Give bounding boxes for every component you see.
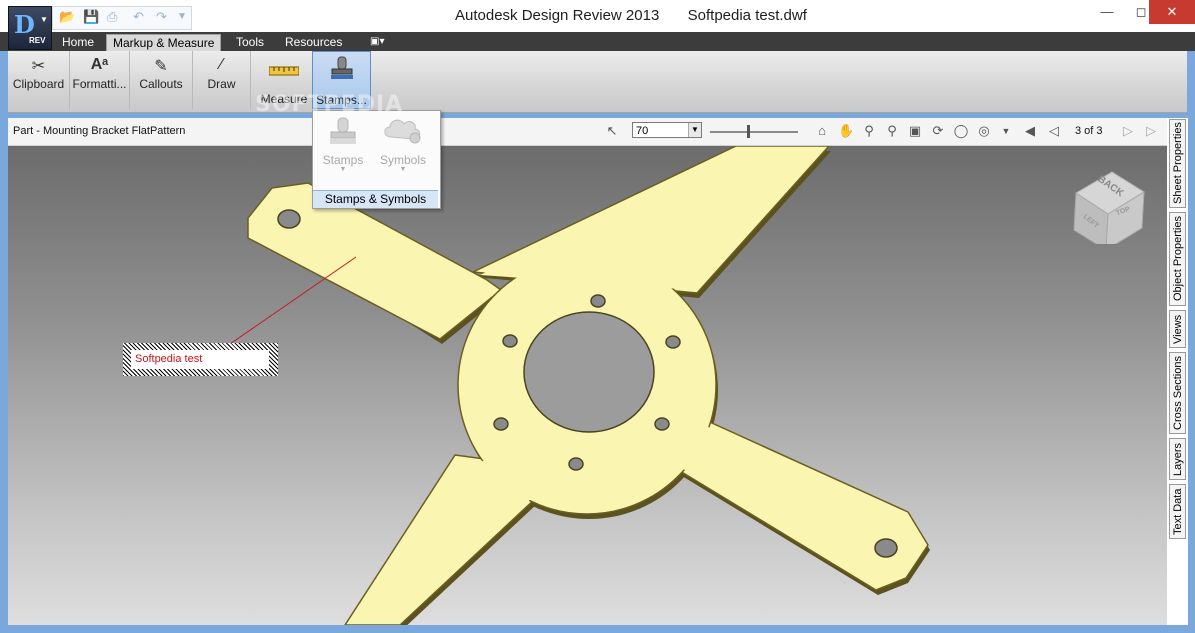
first-page-icon[interactable]: ◀​ [1022, 123, 1038, 139]
tab-home[interactable]: Home [56, 34, 100, 51]
ruler-icon [258, 63, 310, 83]
draw-label: Draw [207, 77, 236, 91]
next-page-icon[interactable]: ▷ [1120, 123, 1136, 139]
undo-icon[interactable]: ↶ [133, 9, 144, 25]
minimize-button[interactable]: — [1091, 0, 1123, 24]
symbols-menu-item[interactable]: Symbols ▼ [371, 111, 435, 181]
view-toolbar: Part - Mounting Bracket FlatPattern ↖ 70… [8, 118, 1187, 146]
stamp-graphic [330, 117, 356, 144]
clipboard-label: Clipboard [12, 77, 65, 91]
chevron-down-icon[interactable]: ▼ [688, 123, 701, 137]
stamp-icon [313, 115, 373, 149]
draw-button[interactable]: ∕ Draw [193, 51, 251, 109]
ribbon-panel: ✂ Clipboard Aᵃ Formatti... ✎ Callouts ∕ … [8, 51, 1187, 113]
ribbon-options-icon[interactable]: ▣▾ [364, 34, 390, 51]
application-window: 📂 💾 ⎙ ↶ ↷ ▼ Autodesk Design Review 2013 … [0, 0, 1195, 633]
tab-cross-sections[interactable]: Cross Sections [1169, 352, 1186, 434]
stamps-menu-item[interactable]: Stamps ▼ [313, 111, 373, 181]
ruler-graphic [268, 66, 300, 76]
pan-icon[interactable]: ✋ [838, 123, 854, 139]
zoom-select[interactable]: 70 ▼ [632, 122, 702, 138]
quick-access-toolbar: 📂 💾 ⎙ ↶ ↷ ▼ [52, 6, 192, 30]
zoom-window-icon[interactable]: ⚲ [884, 123, 900, 139]
application-menu-button[interactable]: D ▼ REV [8, 6, 52, 50]
document-title: Softpedia test.dwf [687, 7, 807, 24]
symbol-cloud-graphic [384, 119, 421, 144]
app-badge: REV [29, 36, 46, 45]
customize-dropdown-icon[interactable]: ▼ [177, 11, 187, 22]
ribbon-tab-bar: Home Markup & Measure Tools Resources ▣▾ [0, 32, 1195, 51]
tab-layers[interactable]: Layers [1169, 438, 1186, 480]
markup-text-box[interactable]: Softpedia test [123, 343, 278, 376]
tab-resources[interactable]: Resources [279, 34, 348, 51]
orbit-icon[interactable]: ⟳ [930, 123, 946, 139]
tab-markup-measure[interactable]: Markup & Measure [106, 34, 222, 51]
stamp-graphic [330, 56, 353, 79]
view-cube-graphic [1073, 171, 1145, 251]
prev-page-icon[interactable]: ◁ [1046, 123, 1062, 139]
more-icon[interactable]: ▼ [998, 123, 1014, 139]
markup-leader-line[interactable] [229, 256, 357, 345]
line-draw-icon: ∕ [220, 56, 223, 73]
tab-tools[interactable]: Tools [230, 34, 270, 51]
home-icon[interactable]: ⌂ [814, 123, 830, 139]
slider-handle[interactable] [747, 125, 750, 138]
stamp-icon [313, 55, 370, 79]
select-icon[interactable]: ↖ [604, 123, 620, 139]
close-button[interactable]: ✕ [1149, 0, 1195, 24]
tab-object-properties[interactable]: Object Properties [1169, 212, 1186, 306]
stamps-dropdown: Stamps ▼ Symbols ▼ Stamps & Symbols [312, 110, 441, 209]
title-bar: 📂 💾 ⎙ ↶ ↷ ▼ Autodesk Design Review 2013 … [0, 0, 1195, 32]
drawing-canvas[interactable]: BACK TOP LEFT [8, 146, 1167, 625]
view-cube[interactable]: BACK TOP LEFT [1070, 164, 1150, 251]
stamps-symbols-footer: Stamps & Symbols [313, 190, 438, 208]
turntable-icon[interactable]: ◯ [953, 123, 969, 139]
page-indicator: 3 of 3 [1075, 125, 1103, 137]
sheet-title: Part - Mounting Bracket FlatPattern [13, 125, 186, 137]
clipboard-button[interactable]: ✂ Clipboard [8, 51, 70, 109]
zoom-slider[interactable] [710, 125, 798, 138]
markup-text: Softpedia test [135, 353, 203, 365]
zoom-value: 70 [636, 125, 649, 137]
fit-icon[interactable]: ▣ [907, 123, 923, 139]
walk-icon[interactable]: ◎ [976, 123, 992, 139]
chevron-down-icon: ▼ [339, 166, 347, 173]
markup-text-background: Softpedia test [131, 350, 269, 369]
chevron-down-icon: ▼ [399, 166, 407, 173]
side-panel-tabs: Sheet Properties Object Properties Views… [1167, 118, 1188, 625]
tab-views[interactable]: Views [1169, 310, 1186, 348]
stamps-menu-label: Stamps [322, 153, 364, 167]
watermark-text: SOFTPEDIA [255, 92, 404, 117]
callouts-button[interactable]: ✎ Callouts [130, 51, 193, 109]
callout-icon: ✎ [154, 58, 168, 75]
tab-sheet-properties[interactable]: Sheet Properties [1169, 119, 1186, 208]
app-title: Autodesk Design Review 2013 [455, 7, 660, 24]
formatting-label: Formatti... [72, 77, 127, 91]
last-page-icon[interactable]: ▷ [1143, 123, 1159, 139]
callouts-label: Callouts [139, 77, 183, 91]
window-title: Autodesk Design Review 2013 Softpedia te… [455, 7, 807, 24]
app-logo-icon: D [14, 10, 35, 39]
zoom-icon[interactable]: ⚲ [861, 123, 877, 139]
scissors-icon: ✂ [31, 58, 46, 75]
redo-icon[interactable]: ↷ [156, 9, 167, 25]
open-icon[interactable]: 📂 [59, 9, 75, 25]
flat-pattern-drawing [229, 146, 930, 625]
tab-text-data[interactable]: Text Data [1169, 484, 1186, 539]
formatting-button[interactable]: Aᵃ Formatti... [70, 51, 130, 109]
chevron-down-icon: ▼ [40, 15, 48, 24]
text-format-icon: Aᵃ [90, 56, 109, 73]
symbol-cloud-icon [371, 115, 435, 149]
print-icon[interactable]: ⎙ [107, 9, 117, 25]
symbols-menu-label: Symbols [379, 153, 426, 167]
save-icon[interactable]: 💾 [83, 9, 99, 25]
